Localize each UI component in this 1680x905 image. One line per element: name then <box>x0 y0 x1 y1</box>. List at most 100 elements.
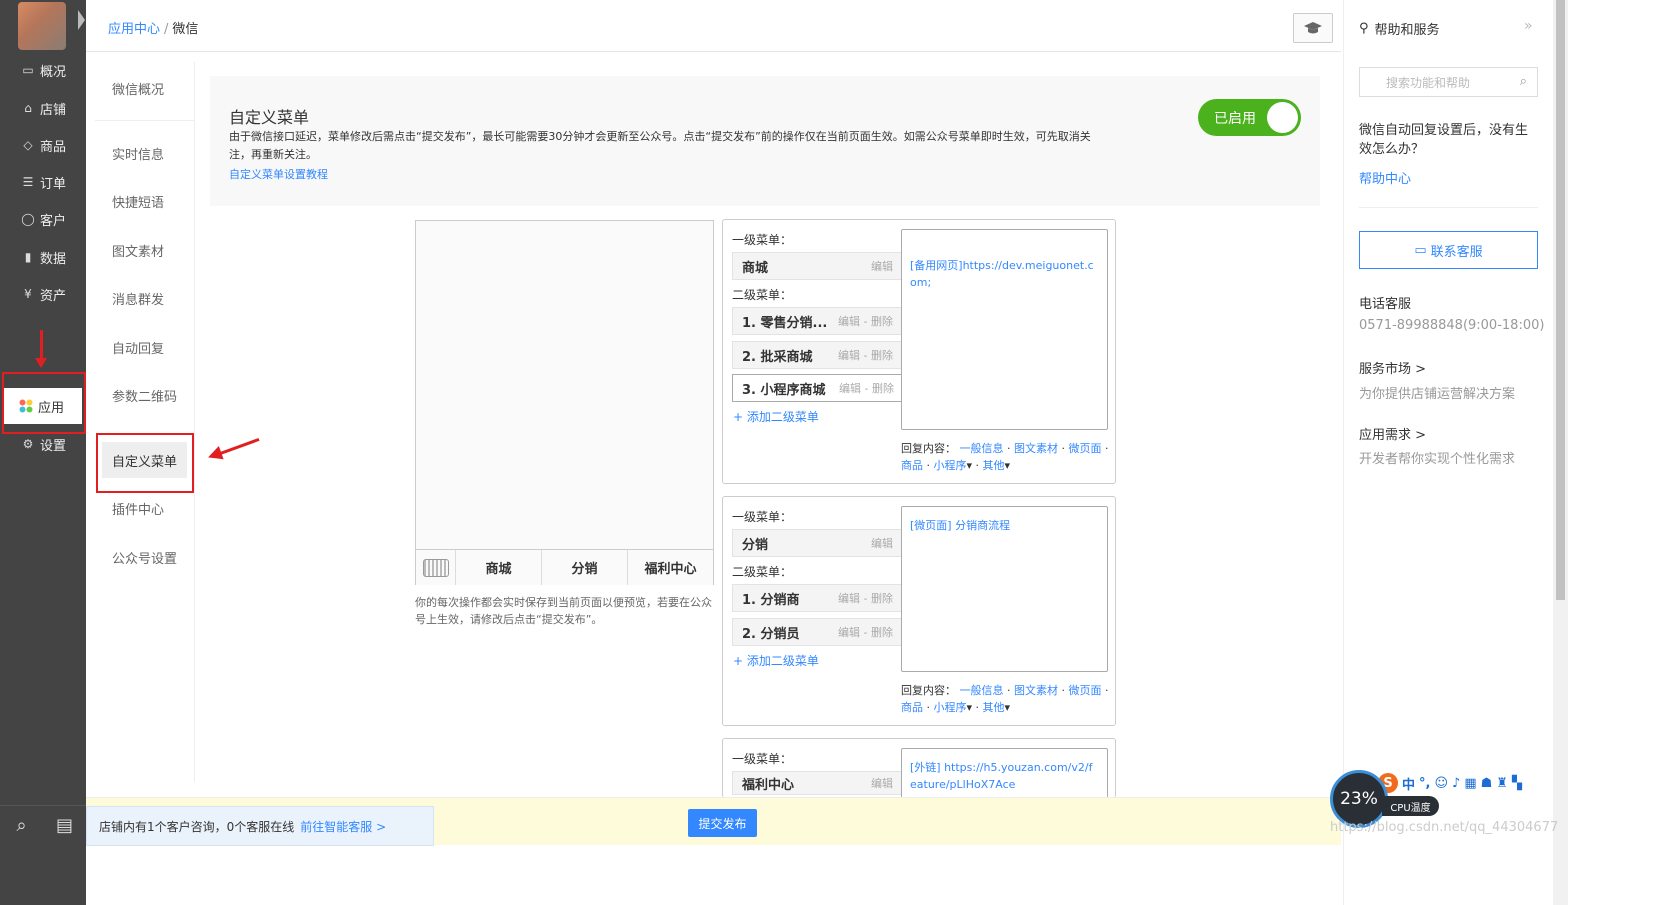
shirt-icon[interactable]: ♜ <box>1496 776 1508 791</box>
reply-option-link[interactable]: 商品 <box>901 701 923 714</box>
app-needs-link[interactable]: 应用需求 > <box>1359 424 1426 443</box>
submit-publish-button[interactable]: 提交发布 <box>688 809 757 837</box>
add-submenu-link[interactable]: + 添加二级菜单 <box>733 652 819 669</box>
reply-option-link[interactable]: 一般信息 <box>960 684 1004 697</box>
enable-toggle[interactable]: 已启用 <box>1198 99 1301 136</box>
help-question-link[interactable]: 微信自动回复设置后，没有生效怎么办？ <box>1359 121 1539 159</box>
subnav-item[interactable]: 消息群发 <box>95 280 195 316</box>
collapse-icon[interactable]: » <box>1524 18 1533 34</box>
keyboard-icon[interactable]: ▦ <box>1464 776 1476 791</box>
reply-option-dropdown[interactable]: 小程序 <box>934 701 967 714</box>
bottom-action-bar: 店铺内有1个客户咨询，0个客服在线 前往智能客服 > 提交发布 <box>86 797 1341 846</box>
nav-item-overview[interactable]: ▭ 概况 <box>0 52 86 88</box>
ime-toolbar: S 中 °, ☺ ♪ ▦ ☗ ♜ ▚ <box>1378 772 1568 794</box>
level2-menu-row-selected[interactable]: 3. 小程序商城 编辑 - 删除 <box>732 374 912 402</box>
nav-item-goods[interactable]: ◇ 商品 <box>0 127 86 163</box>
menu-content-box[interactable]: [微页面] 分销商流程 <box>901 506 1108 672</box>
subnav-item[interactable]: 插件中心 <box>95 490 195 526</box>
user-icon[interactable]: ☗ <box>1481 776 1493 791</box>
nav-item-settings[interactable]: ⚙ 设置 <box>0 426 86 462</box>
annotation-arrow-left <box>211 437 260 458</box>
menu-content-text: [外链] https://h5.youzan.com/v2/feature/pL… <box>910 761 1093 791</box>
nav-item-store[interactable]: ⌂ 店铺 <box>0 90 86 126</box>
menu-name: 商城 <box>742 260 769 276</box>
collapse-arrow-icon[interactable] <box>78 10 85 30</box>
level1-label: 一级菜单： <box>732 752 793 766</box>
edit-delete-links[interactable]: 编辑 - 删除 <box>838 590 893 606</box>
search-icon[interactable]: ⌕ <box>11 815 33 837</box>
menu-content-box[interactable]: [外链] https://h5.youzan.com/v2/feature/pL… <box>901 748 1108 798</box>
reply-option-link[interactable]: 图文素材 <box>1014 684 1058 697</box>
breadcrumb-root-link[interactable]: 应用中心 <box>108 22 160 37</box>
reply-option-dropdown[interactable]: 小程序 <box>934 459 967 472</box>
smart-service-link[interactable]: 前往智能客服 > <box>300 818 386 835</box>
grid-icon[interactable]: ▚ <box>1512 776 1522 791</box>
level2-menu-row[interactable]: 1. 零售分销... 编辑 - 删除 <box>732 307 902 335</box>
help-search-input[interactable]: 搜索功能和帮助 ⌕ <box>1359 67 1538 97</box>
edit-link[interactable]: 编辑 <box>871 775 893 791</box>
menu-content-box[interactable]: [备用网页]https://dev.meiguonet.com; <box>901 229 1108 430</box>
help-center-link[interactable]: 帮助中心 <box>1359 168 1411 187</box>
nav-item-orders[interactable]: ☰ 订单 <box>0 164 86 200</box>
reply-option-link[interactable]: 微页面 <box>1069 442 1102 455</box>
nav-item-assets[interactable]: ¥ 资产 <box>0 276 86 312</box>
subnav-item[interactable]: 参数二维码 <box>95 377 195 413</box>
level1-menu-row[interactable]: 福利中心 编辑 <box>732 771 902 795</box>
contact-service-button[interactable]: ▭ 联系客服 <box>1359 231 1538 269</box>
edit-delete-links[interactable]: 编辑 - 删除 <box>838 313 893 329</box>
service-market-desc: 为你提供店铺运营解决方案 <box>1359 387 1516 402</box>
edit-delete-links[interactable]: 编辑 - 删除 <box>838 624 893 640</box>
reply-option-dropdown[interactable]: 其他 <box>983 701 1005 714</box>
help-panel: ⚲ 帮助和服务 » 搜索功能和帮助 ⌕ 微信自动回复设置后，没有生效怎么办？ 帮… <box>1343 0 1553 905</box>
phone-service-title: 电话客服 <box>1359 297 1412 312</box>
avatar[interactable] <box>18 2 66 50</box>
scrollbar-thumb[interactable] <box>1556 0 1565 600</box>
reply-option-link[interactable]: 微页面 <box>1069 684 1102 697</box>
punctuation-icon[interactable]: °, <box>1419 776 1430 791</box>
reply-option-link[interactable]: 图文素材 <box>1014 442 1058 455</box>
search-icon[interactable]: ⌕ <box>1520 74 1527 89</box>
service-market-link[interactable]: 服务市场 > <box>1359 358 1426 377</box>
phone-menu-item[interactable]: 商城 <box>456 550 542 585</box>
level2-menu-row[interactable]: 1. 分销商 编辑 - 删除 <box>732 584 902 612</box>
user-icon: ◯ <box>21 212 35 226</box>
add-submenu-link[interactable]: + 添加二级菜单 <box>733 408 819 425</box>
level1-menu-row[interactable]: 商城 编辑 <box>732 252 902 280</box>
chat-icon[interactable]: ▤ <box>54 815 76 837</box>
tutorial-link[interactable]: 自定义菜单设置教程 <box>229 166 328 182</box>
phone-preview: 商城 分销 福利中心 <box>415 220 714 585</box>
location-pin-icon: ⚲ <box>1359 21 1369 36</box>
nav-item-data[interactable]: ▮ 数据 <box>0 239 86 275</box>
keyboard-icon[interactable] <box>416 550 456 585</box>
graduation-cap-button[interactable] <box>1293 13 1333 43</box>
chat-icon: ▭ <box>1414 242 1427 258</box>
nav-item-customers[interactable]: ◯ 客户 <box>0 201 86 237</box>
edit-delete-links[interactable]: 编辑 - 删除 <box>838 347 893 363</box>
edit-link[interactable]: 编辑 <box>871 535 893 551</box>
subnav-item[interactable]: 公众号设置 <box>95 539 195 575</box>
subnav-item[interactable]: 图文素材 <box>95 232 195 268</box>
microphone-icon[interactable]: ♪ <box>1452 776 1460 791</box>
subnav-item[interactable]: 自动回复 <box>95 329 195 365</box>
store-icon: ⌂ <box>24 101 32 115</box>
reply-option-link[interactable]: 一般信息 <box>960 442 1004 455</box>
phone-menu-item[interactable]: 分销 <box>542 550 628 585</box>
subnav-item[interactable]: 微信概况 <box>95 70 195 106</box>
reply-option-dropdown[interactable]: 其他 <box>983 459 1005 472</box>
edit-delete-links[interactable]: 编辑 - 删除 <box>839 380 894 396</box>
monitor-icon: ▭ <box>22 63 34 77</box>
emoji-icon[interactable]: ☺ <box>1434 776 1448 791</box>
menu-block: 一级菜单： 分销 编辑 二级菜单： 1. 分销商 编辑 - 删除 2. 分销员 … <box>722 496 1116 726</box>
divider <box>1359 207 1538 208</box>
edit-link[interactable]: 编辑 <box>871 258 893 274</box>
level1-menu-row[interactable]: 分销 编辑 <box>732 529 902 557</box>
level2-menu-row[interactable]: 2. 分销员 编辑 - 删除 <box>732 618 902 646</box>
reply-option-link[interactable]: 商品 <box>901 459 923 472</box>
subnav-item[interactable]: 快捷短语 <box>95 183 195 219</box>
phone-menu-item[interactable]: 福利中心 <box>628 550 713 585</box>
ime-chinese-mode[interactable]: 中 <box>1402 774 1415 793</box>
subnav-item[interactable]: 实时信息 <box>95 135 195 171</box>
page-scrollbar[interactable] <box>1553 0 1568 905</box>
top-bar: 应用中心 / 微信 <box>86 0 1341 52</box>
level2-menu-row[interactable]: 2. 批采商城 编辑 - 删除 <box>732 341 902 369</box>
